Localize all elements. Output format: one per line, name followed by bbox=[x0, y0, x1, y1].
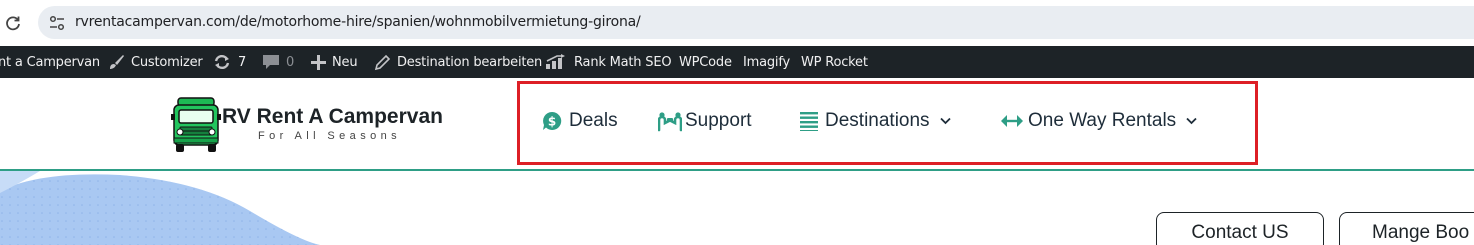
nav-label-destinations: Destinations bbox=[825, 110, 930, 131]
logo-title: RV Rent A Campervan bbox=[222, 105, 443, 128]
hero-cloud-shape bbox=[0, 171, 320, 245]
comments-count: 0 bbox=[286, 54, 295, 70]
plus-icon bbox=[311, 54, 326, 70]
admin-bar-rank-math[interactable]: Rank Math SEO bbox=[544, 46, 672, 78]
comment-icon bbox=[263, 55, 279, 69]
nav-label-support: Support bbox=[685, 110, 752, 131]
updates-count: 7 bbox=[238, 54, 247, 70]
logo-tagline: For All Seasons bbox=[258, 130, 402, 142]
admin-bar-imagify[interactable]: Imagify bbox=[743, 46, 790, 78]
customizer-label: Customizer bbox=[131, 54, 203, 70]
nav-item-one-way-rentals[interactable]: One Way Rentals bbox=[1001, 106, 1197, 136]
double-arrow-icon bbox=[1001, 115, 1023, 127]
support-people-icon bbox=[658, 112, 682, 132]
nav-label-one-way-rentals: One Way Rentals bbox=[1028, 110, 1177, 131]
admin-bar-edit[interactable]: Destination bearbeiten bbox=[374, 46, 542, 78]
site-info-icon[interactable] bbox=[48, 14, 66, 32]
updates-icon bbox=[214, 54, 230, 70]
admin-bar-customizer[interactable]: Customizer bbox=[107, 46, 203, 78]
chevron-down-icon bbox=[939, 117, 951, 125]
new-label: Neu bbox=[332, 54, 358, 70]
dollar-chat-icon: $ bbox=[543, 111, 562, 130]
admin-bar-wpcode[interactable]: WPCode bbox=[679, 46, 732, 78]
address-bar[interactable]: rvrentacampervan.com/de/motorhome-hire/s… bbox=[38, 6, 1474, 39]
admin-bar-updates[interactable]: 7 bbox=[212, 46, 246, 78]
nav-item-deals[interactable]: $ Deals bbox=[541, 106, 618, 136]
wp-admin-bar: nt a Campervan Customizer 7 0 Neu Destin… bbox=[0, 46, 1474, 78]
edit-label: Destination bearbeiten bbox=[397, 54, 543, 70]
nav-item-support[interactable]: Support bbox=[658, 106, 752, 136]
contact-us-button[interactable]: Contact US bbox=[1156, 212, 1324, 245]
list-icon bbox=[800, 112, 818, 131]
site-logo[interactable]: RV Rent A Campervan For All Seasons bbox=[170, 96, 460, 154]
url-text[interactable]: rvrentacampervan.com/de/motorhome-hire/s… bbox=[75, 14, 641, 30]
hero-section: Contact US Mange Boo bbox=[0, 171, 1474, 245]
admin-bar-wp-rocket[interactable]: WP Rocket bbox=[801, 46, 868, 78]
campervan-icon bbox=[171, 97, 221, 152]
brush-icon bbox=[110, 55, 124, 69]
nav-item-destinations[interactable]: Destinations bbox=[800, 106, 951, 136]
imagify-label: Imagify bbox=[743, 54, 790, 70]
manage-booking-label: Mange Boo bbox=[1372, 222, 1470, 243]
site-header: RV Rent A Campervan For All Seasons $ De… bbox=[0, 78, 1474, 171]
reload-icon[interactable] bbox=[4, 14, 22, 32]
contact-us-label: Contact US bbox=[1191, 222, 1289, 243]
svg-text:$: $ bbox=[548, 115, 556, 129]
pencil-icon bbox=[374, 54, 391, 70]
admin-bar-site-name[interactable]: nt a Campervan bbox=[0, 46, 100, 78]
chevron-down-icon bbox=[1186, 117, 1197, 125]
wpcode-label: WPCode bbox=[679, 54, 732, 70]
nav-label-deals: Deals bbox=[569, 110, 618, 131]
admin-bar-new[interactable]: Neu bbox=[311, 46, 358, 78]
browser-toolbar: rvrentacampervan.com/de/motorhome-hire/s… bbox=[0, 0, 1474, 46]
rank-math-label: Rank Math SEO bbox=[574, 54, 672, 70]
wp-rocket-label: WP Rocket bbox=[801, 54, 868, 70]
site-name-label: nt a Campervan bbox=[0, 54, 100, 70]
manage-booking-button[interactable]: Mange Boo bbox=[1339, 212, 1474, 245]
admin-bar-comments[interactable]: 0 bbox=[262, 46, 294, 78]
rank-math-icon bbox=[546, 54, 565, 69]
